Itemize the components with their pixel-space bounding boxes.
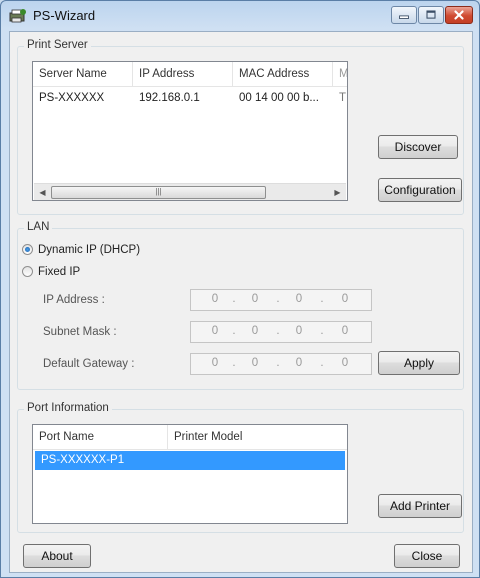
ip-separator: .	[232, 357, 236, 369]
default-gateway-label: Default Gateway :	[43, 358, 135, 370]
scroll-thumb[interactable]: |||	[51, 186, 266, 199]
ip-address-field[interactable]: 0 . 0 . 0 . 0	[190, 289, 372, 311]
ip-separator: .	[276, 293, 280, 305]
port-information-group-title: Port Information	[24, 402, 112, 414]
ip-octet: 0	[211, 357, 219, 369]
ip-address-cell: 192.168.0.1	[139, 92, 200, 104]
print-server-group-title: Print Server	[24, 39, 91, 51]
apply-button[interactable]: Apply	[378, 351, 460, 375]
ip-separator: .	[232, 293, 236, 305]
column-mac-address[interactable]: MAC Address	[233, 62, 333, 86]
ps-wizard-window: PS-Wizard Print Server Server Name IP Ad…	[0, 0, 480, 578]
ip-octet: 0	[211, 325, 219, 337]
dhcp-label: Dynamic IP (DHCP)	[38, 244, 141, 256]
port-name-cell: PS-XXXXXX-P1	[41, 454, 125, 466]
radio-selected-dot	[25, 247, 30, 252]
close-window-button[interactable]	[445, 6, 473, 24]
ip-octet: 0	[341, 357, 349, 369]
discover-button[interactable]: Discover	[378, 135, 458, 159]
column-server-name[interactable]: Server Name	[33, 62, 133, 86]
ip-octet: 0	[251, 293, 259, 305]
ip-separator: .	[276, 325, 280, 337]
fixed-ip-label: Fixed IP	[38, 266, 81, 278]
ip-octet: 0	[251, 357, 259, 369]
close-button[interactable]: Close	[394, 544, 460, 568]
add-printer-button[interactable]: Add Printer	[378, 494, 462, 518]
mac-address-cell: 00 14 00 00 b...	[239, 92, 319, 104]
server-list-header: Server Name IP Address MAC Address M	[33, 62, 347, 87]
column-printer-model[interactable]: Printer Model	[168, 425, 347, 449]
fixed-ip-radio[interactable]	[22, 266, 33, 277]
ip-octet: 0	[211, 293, 219, 305]
server-name-cell: PS-XXXXXX	[39, 92, 105, 104]
ip-octet: 0	[295, 293, 303, 305]
subnet-mask-label: Subnet Mask :	[43, 326, 117, 338]
column-model[interactable]: M	[333, 62, 347, 86]
maximize-icon	[426, 10, 436, 19]
subnet-mask-field[interactable]: 0 . 0 . 0 . 0	[190, 321, 372, 343]
port-list-header: Port Name Printer Model	[33, 425, 347, 450]
ip-address-label: IP Address :	[43, 294, 105, 306]
app-icon	[9, 9, 26, 23]
ip-octet: 0	[295, 357, 303, 369]
column-port-name[interactable]: Port Name	[33, 425, 168, 449]
dhcp-radio[interactable]	[22, 244, 33, 255]
ip-separator: .	[276, 357, 280, 369]
ip-separator: .	[320, 325, 324, 337]
scroll-left-icon[interactable]: ◀	[34, 184, 51, 200]
lan-group: LAN Dynamic IP (DHCP) Fixed IP IP Addres…	[17, 221, 464, 390]
ip-octet: 0	[341, 325, 349, 337]
port-list[interactable]: Port Name Printer Model PS-XXXXXX-P1	[32, 424, 348, 524]
column-ip-address[interactable]: IP Address	[133, 62, 233, 86]
model-cell: T	[339, 92, 347, 104]
server-list[interactable]: Server Name IP Address MAC Address M PS-…	[32, 61, 348, 201]
ip-separator: .	[320, 293, 324, 305]
ip-octet: 0	[295, 325, 303, 337]
ip-separator: .	[232, 325, 236, 337]
dialog-client-area: Print Server Server Name IP Address MAC …	[9, 31, 473, 573]
close-icon	[454, 10, 464, 20]
ip-octet: 0	[341, 293, 349, 305]
configuration-button[interactable]: Configuration	[378, 178, 462, 202]
maximize-button[interactable]	[418, 6, 444, 24]
ip-octet: 0	[251, 325, 259, 337]
window-title: PS-Wizard	[33, 8, 96, 23]
printer-model-cell	[170, 451, 176, 469]
default-gateway-field[interactable]: 0 . 0 . 0 . 0	[190, 353, 372, 375]
about-button[interactable]: About	[23, 544, 91, 568]
list-item[interactable]: PS-XXXXXX-P1	[35, 451, 345, 470]
minimize-button[interactable]	[391, 6, 417, 24]
minimize-icon	[399, 15, 409, 19]
title-bar[interactable]: PS-Wizard	[1, 1, 479, 31]
print-server-group: Print Server Server Name IP Address MAC …	[17, 39, 464, 215]
port-information-group: Port Information Port Name Printer Model…	[17, 402, 464, 533]
lan-group-title: LAN	[24, 221, 53, 233]
scroll-right-icon[interactable]: ▶	[329, 184, 346, 200]
ip-separator: .	[320, 357, 324, 369]
horizontal-scrollbar[interactable]: ◀ ||| ▶	[34, 183, 346, 200]
